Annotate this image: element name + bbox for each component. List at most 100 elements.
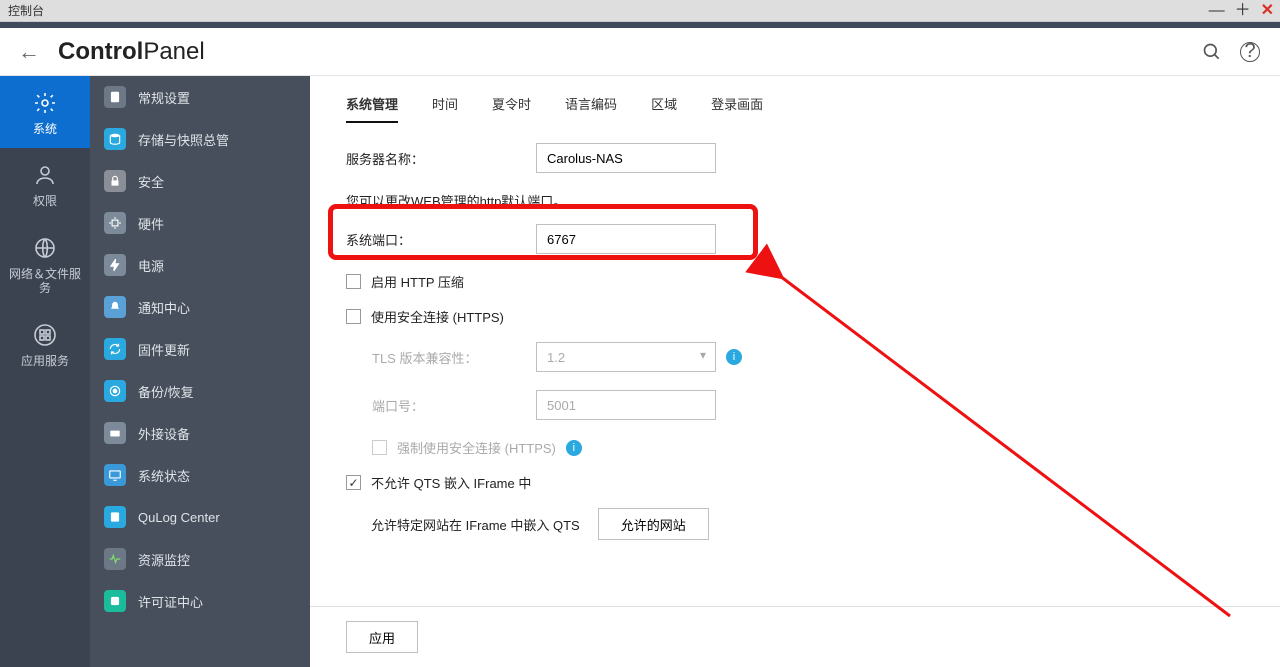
sidebar-item-license[interactable]: 许可证中心 <box>90 580 310 622</box>
footer: 应用 <box>310 606 1280 667</box>
server-name-input[interactable] <box>536 143 716 173</box>
form: 服务器名称： 您可以更改WEB管理的http默认端口。 系统端口： 启用 HTT… <box>310 133 1280 578</box>
sidebar-label: 系统状态 <box>138 466 190 485</box>
https-enable-row[interactable]: 使用安全连接 (HTTPS) <box>346 307 1244 326</box>
rail-label: 应用服务 <box>21 354 69 368</box>
window-title: 控制台 <box>8 2 44 19</box>
sidebar-label: QuLog Center <box>138 510 220 525</box>
sidebar-label: 硬件 <box>138 214 164 233</box>
monitor-icon <box>104 464 126 486</box>
sidebar-item-general[interactable]: 常规设置 <box>90 76 310 118</box>
info-icon[interactable]: i <box>726 349 742 365</box>
main: 系统 权限 网络＆文件服务 应用服务 常规设置 <box>0 76 1280 667</box>
https-force-label: 强制使用安全连接 (HTTPS) <box>397 438 556 457</box>
chip-icon <box>104 212 126 234</box>
sidebar-item-notification[interactable]: 通知中心 <box>90 286 310 328</box>
iframe-deny-row[interactable]: 不允许 QTS 嵌入 IFrame 中 <box>346 473 1244 492</box>
apply-button[interactable]: 应用 <box>346 621 418 653</box>
iframe-allow-sites-label: 允许特定网站在 IFrame 中嵌入 QTS <box>346 515 580 534</box>
rail-item-permissions[interactable]: 权限 <box>0 148 90 220</box>
rail-label: 权限 <box>33 194 57 208</box>
sidebar-item-storage[interactable]: 存储与快照总管 <box>90 118 310 160</box>
tab-time[interactable]: 时间 <box>432 94 458 123</box>
help-icon[interactable]: ? <box>1240 42 1260 62</box>
info-icon[interactable]: i <box>566 440 582 456</box>
rail-item-network[interactable]: 网络＆文件服务 <box>0 221 90 308</box>
tab-sys-mgmt[interactable]: 系统管理 <box>346 94 398 123</box>
log-icon <box>104 506 126 528</box>
tab-dst[interactable]: 夏令时 <box>492 94 531 123</box>
tabs: 系统管理 时间 夏令时 语言编码 区域 登录画面 <box>310 76 1280 133</box>
lock-icon <box>104 170 126 192</box>
bell-icon <box>104 296 126 318</box>
gear-icon <box>32 90 58 116</box>
license-icon <box>104 590 126 612</box>
apps-icon <box>32 322 58 348</box>
sidebar-item-external[interactable]: 外接设备 <box>90 412 310 454</box>
tls-select <box>536 342 716 372</box>
tab-region[interactable]: 区域 <box>651 94 677 123</box>
brand-light: Panel <box>143 38 204 65</box>
allowed-sites-button[interactable]: 允许的网站 <box>598 508 709 540</box>
content: 系统管理 时间 夏令时 语言编码 区域 登录画面 服务器名称： 您可以更改WEB… <box>310 76 1280 667</box>
iframe-deny-label: 不允许 QTS 嵌入 IFrame 中 <box>371 473 531 492</box>
brand-bold: Control <box>58 38 143 65</box>
sidebar-label: 存储与快照总管 <box>138 130 229 149</box>
power-icon <box>104 254 126 276</box>
http-compress-row[interactable]: 启用 HTTP 压缩 <box>346 272 1244 291</box>
header: ← ControlPanel ? <box>0 28 1280 76</box>
storage-icon <box>104 128 126 150</box>
window-controls: — ＋ ✕ <box>1209 0 1274 22</box>
globe-icon <box>32 235 58 261</box>
sys-port-label: 系统端口： <box>346 230 536 249</box>
minimize-icon[interactable]: — <box>1209 0 1225 22</box>
rail-label: 网络＆文件服务 <box>4 267 86 296</box>
usb-icon <box>104 422 126 444</box>
sidebar-label: 许可证中心 <box>138 592 203 611</box>
tab-encoding[interactable]: 语言编码 <box>565 94 617 123</box>
sys-port-input[interactable] <box>536 224 716 254</box>
sidebar-label: 通知中心 <box>138 298 190 317</box>
rail-label: 系统 <box>33 122 57 136</box>
sidebar-label: 安全 <box>138 172 164 191</box>
sidebar-label: 常规设置 <box>138 88 190 107</box>
page-title: ControlPanel <box>58 38 205 66</box>
sidebar-label: 外接设备 <box>138 424 190 443</box>
settings-icon <box>104 86 126 108</box>
http-compress-label: 启用 HTTP 压缩 <box>371 272 464 291</box>
restore-icon <box>104 380 126 402</box>
close-icon[interactable]: ✕ <box>1261 0 1274 22</box>
sidebar-label: 备份/恢复 <box>138 382 194 401</box>
pulse-icon <box>104 548 126 570</box>
sidebar-item-status[interactable]: 系统状态 <box>90 454 310 496</box>
https-force-row: 强制使用安全连接 (HTTPS) i <box>346 438 1244 457</box>
port-hint: 您可以更改WEB管理的http默认端口。 <box>346 191 1244 210</box>
sidebar-item-qulog[interactable]: QuLog Center <box>90 496 310 538</box>
back-icon[interactable]: ← <box>18 39 40 65</box>
sidebar-label: 资源监控 <box>138 550 190 569</box>
checkbox-icon[interactable] <box>346 274 361 289</box>
search-icon[interactable] <box>1202 42 1222 62</box>
sidebar-item-security[interactable]: 安全 <box>90 160 310 202</box>
sidebar-item-firmware[interactable]: 固件更新 <box>90 328 310 370</box>
sidebar-item-hardware[interactable]: 硬件 <box>90 202 310 244</box>
sidebar-item-power[interactable]: 电源 <box>90 244 310 286</box>
update-icon <box>104 338 126 360</box>
rail-item-apps[interactable]: 应用服务 <box>0 308 90 380</box>
maximize-icon[interactable]: ＋ <box>1235 0 1251 22</box>
server-name-label: 服务器名称： <box>346 149 536 168</box>
user-icon <box>32 162 58 188</box>
sidebar-item-backup[interactable]: 备份/恢复 <box>90 370 310 412</box>
checkbox-icon[interactable] <box>346 309 361 324</box>
https-enable-label: 使用安全连接 (HTTPS) <box>371 307 504 326</box>
sidebar-item-resource[interactable]: 资源监控 <box>90 538 310 580</box>
checkbox-icon <box>372 440 387 455</box>
window-titlebar: 控制台 — ＋ ✕ <box>0 0 1280 22</box>
tab-login[interactable]: 登录画面 <box>711 94 763 123</box>
sidebar-label: 固件更新 <box>138 340 190 359</box>
tls-label: TLS 版本兼容性： <box>346 348 536 367</box>
rail-item-system[interactable]: 系统 <box>0 76 90 148</box>
checkbox-icon[interactable] <box>346 475 361 490</box>
rail: 系统 权限 网络＆文件服务 应用服务 <box>0 76 90 667</box>
https-port-label: 端口号： <box>346 396 536 415</box>
